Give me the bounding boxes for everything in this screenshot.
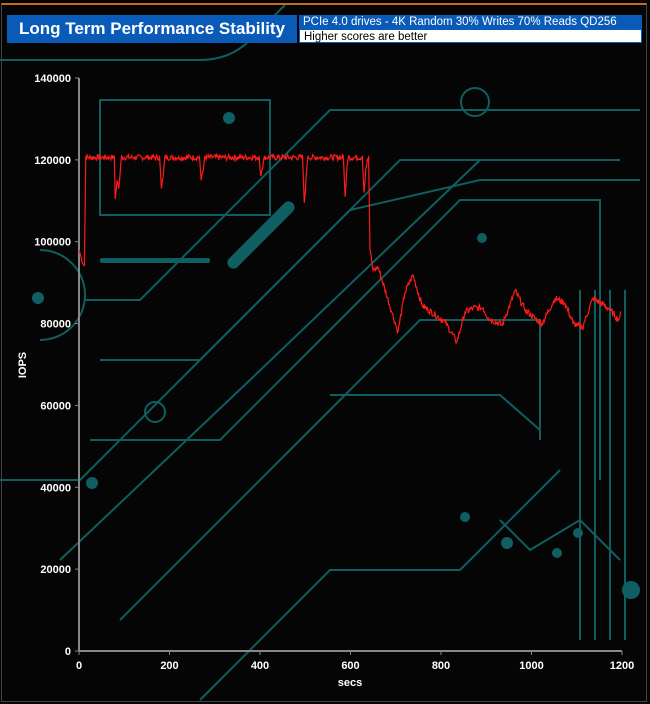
x-tick-label: 1000	[519, 660, 543, 672]
x-tick-label: 200	[160, 660, 178, 672]
x-tick-label: 400	[251, 660, 269, 672]
y-axis-label: IOPS	[17, 352, 29, 378]
y-tick-label: 100000	[34, 237, 71, 249]
x-tick-label: 800	[432, 660, 450, 672]
y-tick-label: 20000	[40, 564, 71, 576]
y-tick-label: 140000	[34, 73, 71, 85]
y-tick-label: 120000	[34, 155, 71, 167]
x-tick-label: 600	[341, 660, 359, 672]
x-tick-label: 0	[76, 660, 82, 672]
y-tick-label: 0	[65, 646, 71, 658]
x-axis-label: secs	[338, 677, 362, 689]
plot-area: 0 20000 40000 60000 80000 100000 120000 140000 0…	[17, 73, 634, 689]
y-tick-label: 60000	[40, 400, 71, 412]
x-tick-label: 1200	[610, 660, 634, 672]
series-line-iops	[78, 152, 622, 345]
chart-container: Long Term Performance Stability PCIe 4.0…	[0, 0, 650, 704]
y-tick-label: 80000	[40, 319, 71, 331]
y-tick-label: 40000	[40, 482, 71, 494]
